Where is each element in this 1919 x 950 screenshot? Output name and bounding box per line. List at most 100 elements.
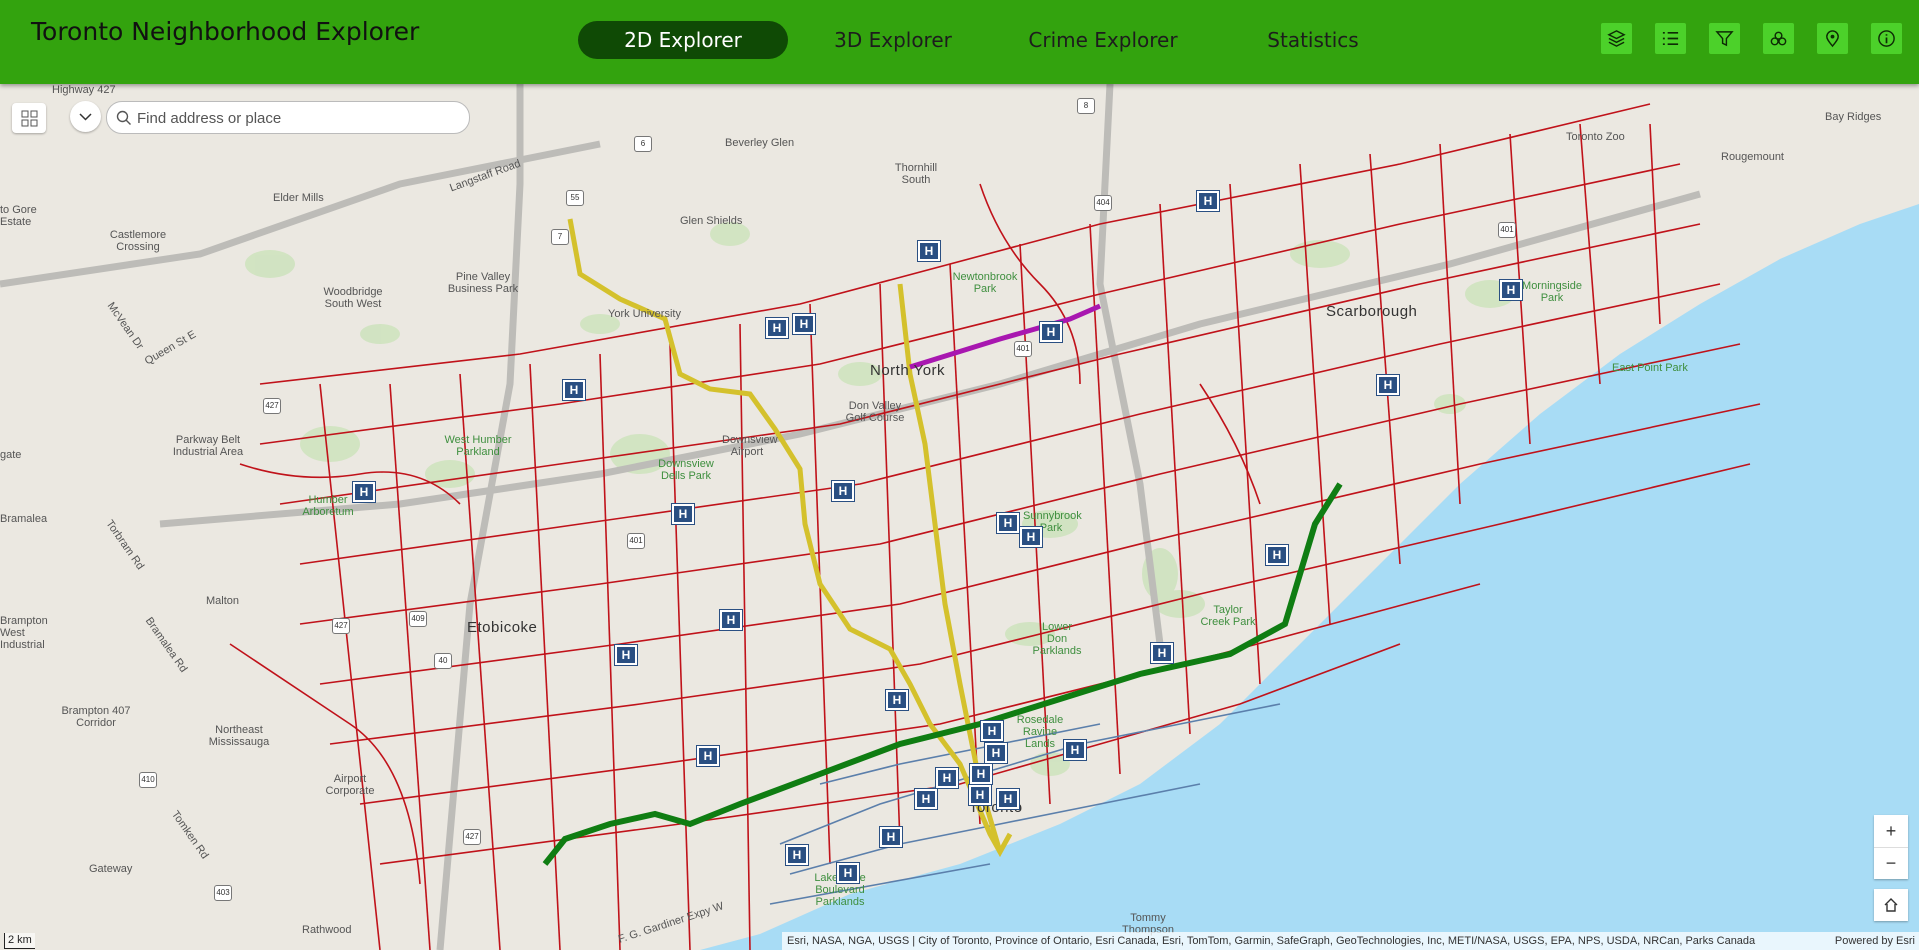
scale-bar: 2 km [4,933,35,949]
hospital-marker[interactable]: H [1150,642,1174,664]
map-label: Castlemore Crossing [109,229,167,253]
highway-shield: 8 [1077,98,1095,114]
hospital-marker[interactable]: H [1063,739,1087,761]
app-title: Toronto Neighborhood Explorer [31,17,420,46]
list-icon [1662,31,1679,46]
hospital-marker[interactable]: H [935,767,959,789]
hospital-marker[interactable]: H [765,317,789,339]
map-label: Downsview Airport [722,434,778,458]
hospital-marker[interactable]: H [671,503,695,525]
map-label: Brampton 407 Corridor [61,705,131,729]
map-label: Brampton West Industrial [0,615,48,651]
basemap [0,84,1919,950]
map-label: Rathwood [302,924,352,936]
tab-statistics[interactable]: Statistics [1208,21,1418,59]
filter-button[interactable] [1709,23,1740,54]
hospital-marker[interactable]: H [984,742,1008,764]
info-button[interactable] [1871,23,1902,54]
highway-shield: 409 [409,611,427,627]
hospital-marker[interactable]: H [914,788,938,810]
highway-shield: 55 [566,190,584,206]
basemap-gallery-button[interactable] [12,103,46,133]
highway-shield: 40 [434,653,452,669]
hospital-marker[interactable]: H [1196,190,1220,212]
hospital-marker[interactable]: H [1376,374,1400,396]
highway-shield: 6 [634,136,652,152]
map-label: Thornhill South [894,162,938,186]
map-label: gate [0,449,22,461]
highway-shield: 410 [139,772,157,788]
expand-button[interactable] [70,101,101,132]
powered-by-link[interactable]: Powered by Esri [1835,932,1915,950]
map-label: Toronto Zoo [1566,131,1625,143]
hospital-marker[interactable]: H [614,644,638,666]
zoom-out-button[interactable]: − [1874,847,1908,879]
highway-shield: 404 [1094,195,1112,211]
hospital-marker[interactable]: H [1019,526,1043,548]
highway-shield: 401 [627,533,645,549]
hospital-marker[interactable]: H [1039,321,1063,343]
map-label: Rougemount [1721,151,1784,163]
highway-shield: 427 [263,398,281,414]
highway-shield: 401 [1498,222,1516,238]
location-pin-icon [1826,30,1839,48]
cluster-button[interactable] [1763,23,1794,54]
map-label: Glen Shields [680,215,743,227]
map-label: Newtonbrook Park [952,271,1018,295]
map-label: Bramalea [0,513,48,525]
hospital-marker[interactable]: H [885,689,909,711]
map-label: East Point Park [1612,362,1688,374]
list-button[interactable] [1655,23,1686,54]
layers-button[interactable] [1601,23,1632,54]
home-icon [1884,898,1898,912]
tab-crime-explorer[interactable]: Crime Explorer [998,21,1208,59]
hospital-marker[interactable]: H [969,763,993,785]
map-label: Beverley Glen [725,137,795,149]
highway-shield: 427 [332,618,350,634]
hospital-marker[interactable]: H [968,784,992,806]
map-label: Gateway [89,863,133,875]
search-input[interactable] [135,107,459,129]
map-label: Parkway Belt Industrial Area [172,434,244,458]
map-label: Highway 427 [52,84,116,96]
hospital-marker[interactable]: H [352,481,376,503]
zoom-in-button[interactable]: + [1874,815,1908,847]
map-label: Don Valley Golf Course [845,400,905,424]
map-label: Elder Mills [273,192,324,204]
hospital-marker[interactable]: H [996,788,1020,810]
hospital-marker[interactable]: H [836,862,860,884]
map-label: Scarborough [1326,303,1418,320]
tab-2d-explorer[interactable]: 2D Explorer [578,21,788,59]
map-view[interactable]: Toronto Zoo Bay Ridges Rougemount Scarbo… [0,84,1919,950]
map-label: Etobicoke [467,619,538,636]
map-label: Malton [206,595,240,607]
map-label: Rosedale Ravine Lands [1016,714,1064,750]
search-icon [116,110,131,125]
hospital-marker[interactable]: H [792,313,816,335]
info-icon [1878,30,1895,47]
hospital-marker[interactable]: H [980,720,1004,742]
hospital-marker[interactable]: H [562,379,586,401]
zoom-control: + − [1874,815,1908,879]
hospital-marker[interactable]: H [917,240,941,262]
search-box[interactable] [106,101,470,134]
chevron-down-icon [79,113,92,121]
hospital-marker[interactable]: H [996,512,1020,534]
hospital-marker[interactable]: H [831,480,855,502]
map-label: Morningside Park [1522,280,1582,304]
hospital-marker[interactable]: H [719,609,743,631]
location-button[interactable] [1817,23,1848,54]
map-label: North York [870,362,946,379]
hospital-marker[interactable]: H [879,826,903,848]
tab-3d-explorer[interactable]: 3D Explorer [788,21,998,59]
hospital-marker[interactable]: H [696,745,720,767]
attribution-bar: Esri, NASA, NGA, USGS | City of Toronto,… [782,932,1919,950]
home-button[interactable] [1874,889,1908,921]
attribution-text: Esri, NASA, NGA, USGS | City of Toronto,… [787,935,1756,947]
map-label: Lower Don Parklands [1032,621,1082,657]
map-label: Woodbridge South West [323,286,383,310]
hospital-marker[interactable]: H [1499,279,1523,301]
highway-shield: 401 [1014,341,1032,357]
hospital-marker[interactable]: H [785,844,809,866]
hospital-marker[interactable]: H [1265,544,1289,566]
